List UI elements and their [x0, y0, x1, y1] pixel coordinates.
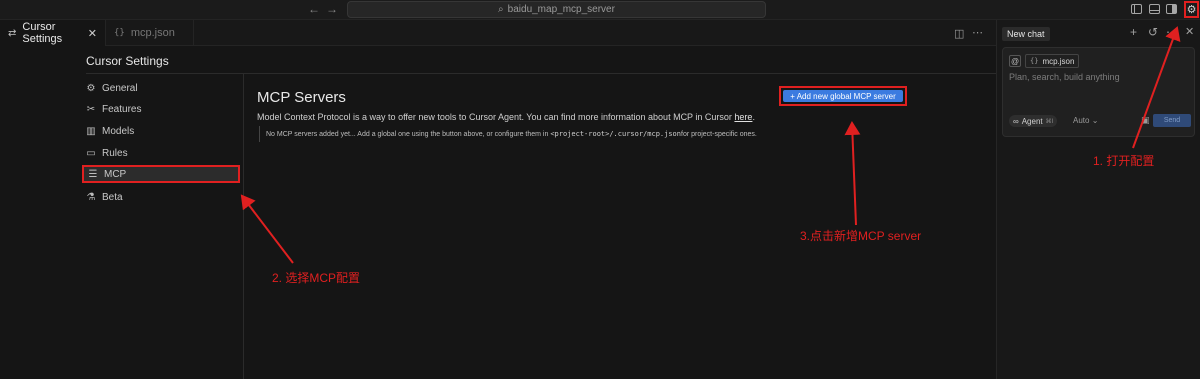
workspace-name: baidu_map_mcp_server	[507, 4, 615, 15]
more-actions-icon[interactable]: ⋯	[972, 26, 983, 39]
more-actions-icon[interactable]: ⋯	[1166, 25, 1178, 39]
toggle-secondary-sidebar-icon[interactable]	[1166, 4, 1177, 14]
agent-mode-selector[interactable]: ∞ Agent ⌘I	[1009, 115, 1058, 127]
settings-gear-button[interactable]: ⚙	[1184, 1, 1199, 18]
agent-shortcut: ⌘I	[1045, 118, 1054, 125]
tab-cursor-settings[interactable]: ⇄ Cursor Settings ✕	[0, 20, 106, 46]
divider	[243, 73, 244, 379]
annotation-arrow-3	[844, 121, 861, 226]
mcp-description-text: Model Context Protocol is a way to offer…	[257, 112, 735, 122]
toggle-primary-sidebar-icon[interactable]	[1131, 4, 1142, 14]
split-editor-icon[interactable]: ◫	[954, 27, 964, 40]
model-selector[interactable]: Auto ⌄	[1073, 116, 1098, 125]
mcp-note-text: No MCP servers added yet... Add a global…	[266, 130, 549, 138]
server-icon: ☰	[88, 168, 98, 180]
tab-new-chat[interactable]: New chat	[1002, 27, 1050, 41]
add-global-mcp-server-button[interactable]: + Add new global MCP server	[783, 90, 903, 102]
close-icon[interactable]: ✕	[88, 27, 97, 40]
infinity-icon: ∞	[1013, 116, 1019, 126]
sidebar-item-label: Rules	[102, 147, 128, 159]
model-label: Auto	[1073, 116, 1090, 125]
json-braces-icon: {}	[1030, 57, 1039, 65]
chat-panel: New chat + ↺ ⋯ ✕ @ {} mcp.json ∞ Agent ⌘…	[996, 20, 1200, 379]
mcp-empty-note: No MCP servers added yet... Add a global…	[259, 126, 757, 142]
chat-composer: @ {} mcp.json ∞ Agent ⌘I Auto ⌄ ▣ Send	[1002, 47, 1195, 137]
sidebar-item-label: MCP	[104, 168, 127, 180]
agent-mode-label: Agent	[1021, 116, 1043, 126]
divider	[86, 73, 996, 74]
tab-label: mcp.json	[130, 27, 175, 39]
mcp-note-end: for project-specific ones.	[681, 130, 757, 138]
at-mention-icon[interactable]: @	[1009, 55, 1021, 67]
tab-label: Cursor Settings	[22, 21, 63, 45]
plus-icon[interactable]: +	[1130, 25, 1137, 39]
sidebar-item-label: Models	[102, 125, 135, 137]
mcp-description: Model Context Protocol is a way to offer…	[257, 112, 755, 122]
annotation-step-3: 3.点击新增MCP server	[800, 229, 922, 243]
context-file-label: mcp.json	[1042, 56, 1075, 66]
arrow-right-icon[interactable]: →	[326, 2, 338, 16]
history-icon[interactable]: ↺	[1148, 25, 1158, 39]
editor-tab-bar: ⇄ Cursor Settings ✕ {} mcp.json ◫ ⋯	[0, 20, 996, 46]
annotation-step-1: 1. 打开配置	[1093, 154, 1155, 168]
settings-page-title: Cursor Settings	[86, 54, 169, 68]
toggle-panel-icon[interactable]	[1149, 4, 1160, 14]
rules-icon: ▭	[86, 147, 96, 159]
chat-input[interactable]	[1009, 72, 1189, 82]
mcp-docs-link[interactable]: here	[734, 112, 752, 122]
sidebar-item-models[interactable]: ▥ Models	[86, 122, 236, 140]
settings-sliders-icon: ⇄	[8, 27, 17, 39]
sidebar-item-beta[interactable]: ⚗ Beta	[86, 188, 236, 206]
sidebar-item-label: Beta	[102, 191, 123, 203]
context-file-chip[interactable]: {} mcp.json	[1025, 54, 1080, 68]
title-bar: ← → ⌕ baidu_map_mcp_server ⚙	[0, 0, 1200, 20]
mcp-description-end: .	[752, 112, 755, 122]
sidebar-item-label: Features	[102, 103, 142, 115]
sidebar-item-rules[interactable]: ▭ Rules	[86, 144, 236, 162]
tab-mcp-json[interactable]: {} mcp.json	[106, 20, 194, 46]
sidebar-item-label: General	[102, 82, 138, 94]
command-search-bar[interactable]: ⌕ baidu_map_mcp_server	[347, 1, 766, 18]
json-braces-icon: {}	[114, 28, 125, 38]
sidebar-item-features[interactable]: ✂ Features	[86, 100, 236, 118]
annotation-arrow-2	[240, 194, 294, 264]
arrow-left-icon[interactable]: ←	[308, 2, 320, 16]
add-button-highlight: + Add new global MCP server	[779, 86, 907, 106]
models-icon: ▥	[86, 125, 96, 137]
mcp-section-title: MCP Servers	[257, 89, 346, 106]
mcp-config-path: <project-root>/.cursor/mcp.json	[550, 130, 681, 138]
sidebar-item-mcp[interactable]: ☰ MCP	[82, 165, 240, 183]
sidebar-item-general[interactable]: ⚙ General	[86, 79, 236, 97]
search-icon: ⌕	[498, 4, 504, 15]
send-button[interactable]: Send	[1153, 114, 1191, 127]
tools-icon: ✂	[86, 103, 96, 115]
gear-icon: ⚙	[1186, 4, 1197, 16]
image-attach-icon[interactable]: ▣	[1141, 115, 1150, 126]
close-icon[interactable]: ✕	[1185, 25, 1194, 38]
flask-icon: ⚗	[86, 191, 96, 203]
annotation-step-2: 2. 选择MCP配置	[272, 271, 361, 285]
gear-icon: ⚙	[86, 82, 96, 94]
